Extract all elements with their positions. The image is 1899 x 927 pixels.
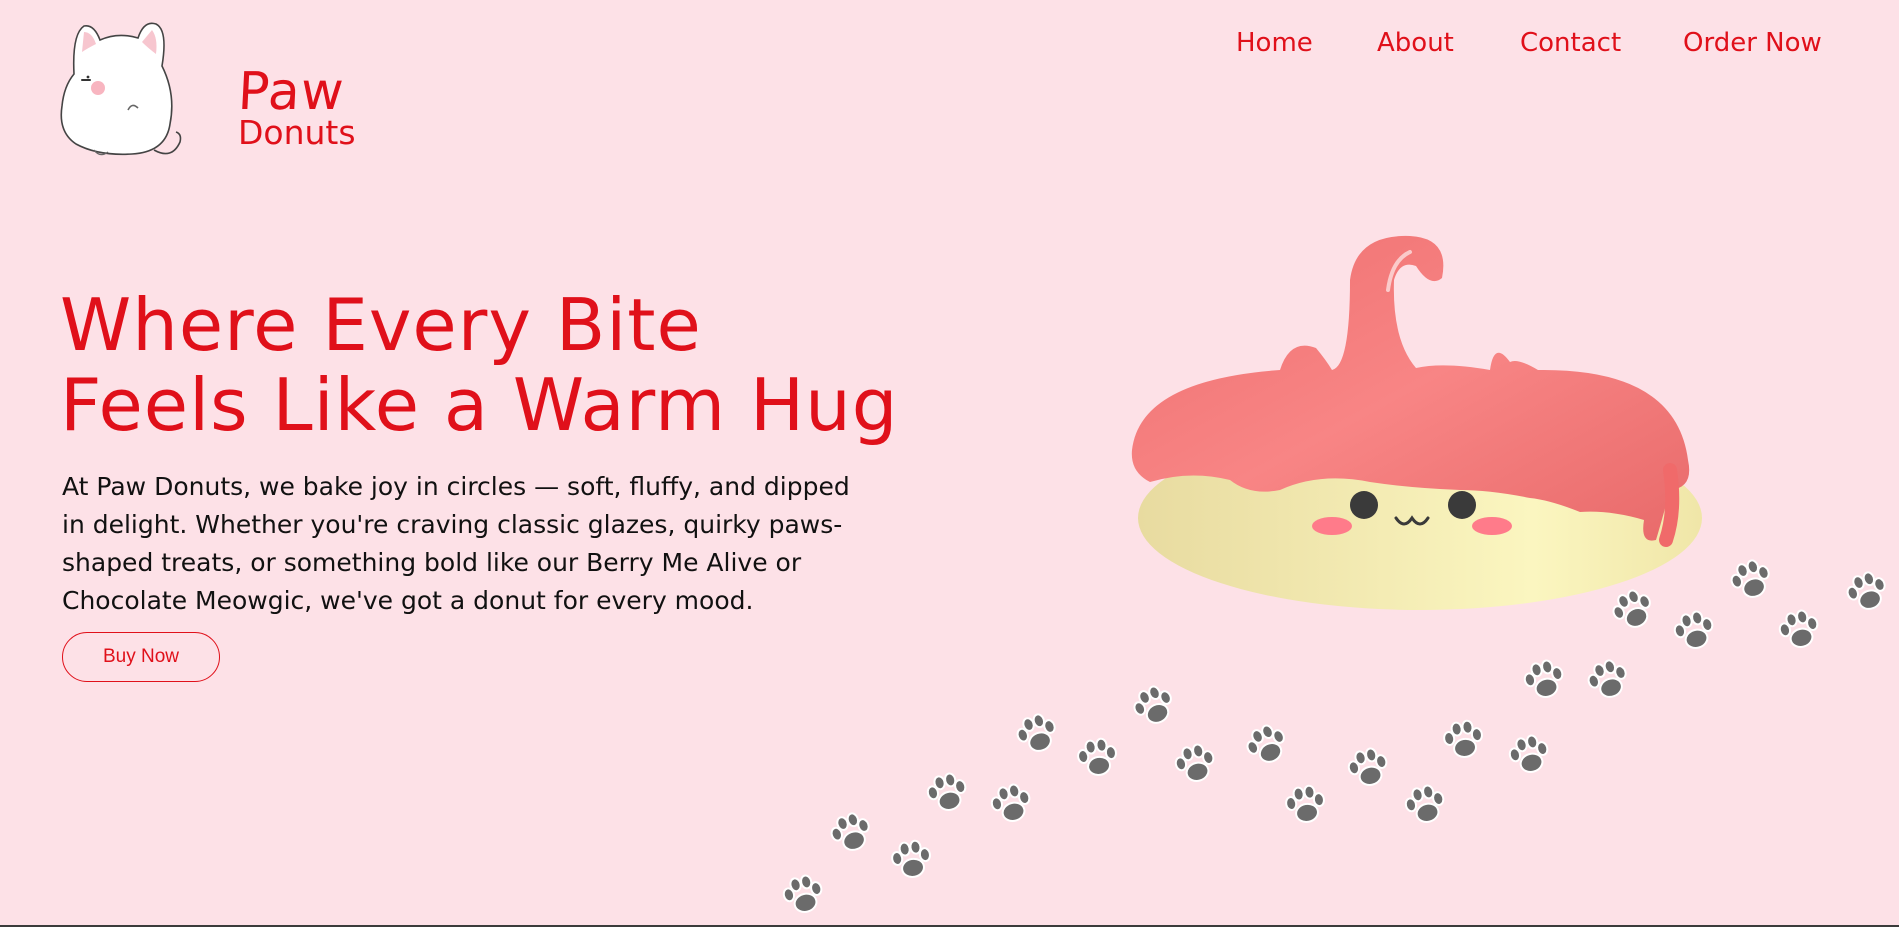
- paw-print-icon: [1846, 571, 1886, 610]
- paw-print-icon: [891, 839, 931, 878]
- paw-print-icon: [1285, 784, 1325, 823]
- hero-description: At Paw Donuts, we bake joy in circles — …: [62, 472, 850, 615]
- paw-print-icon: [1016, 713, 1056, 752]
- paw-print-icon: [990, 783, 1031, 822]
- hero-title: Where Every Bite Feels Like a Warm Hug: [60, 285, 920, 445]
- paw-print-icon: [1730, 559, 1770, 598]
- buy-now-button[interactable]: Buy Now: [62, 632, 220, 682]
- paw-print-icon: [1347, 747, 1388, 786]
- paw-print-icon: [830, 812, 870, 851]
- hero-title-line2: Feels Like a Warm Hug: [60, 363, 899, 447]
- paw-print-icon: [1778, 609, 1819, 648]
- paw-print-icon: [1587, 659, 1627, 698]
- hero-title-line1: Where Every Bite: [60, 283, 702, 367]
- paw-print-icon: [1077, 737, 1117, 776]
- nav-home-link[interactable]: Home: [1236, 28, 1313, 58]
- paw-print-icon: [1133, 685, 1172, 724]
- paw-print-icon: [1443, 719, 1483, 758]
- paw-print-icon: [1246, 724, 1285, 763]
- brand-wordmark[interactable]: Paw Donuts: [236, 62, 355, 149]
- nav-contact-link[interactable]: Contact: [1520, 28, 1621, 58]
- paw-print-icon: [1508, 734, 1549, 773]
- paw-print-icon: [1523, 659, 1564, 698]
- paw-print-icon: [1404, 784, 1445, 823]
- paw-print-icon: [782, 874, 823, 913]
- paw-print-icon: [926, 772, 967, 811]
- cat-donut-illustration: [1131, 235, 1702, 610]
- cat-mascot-logo-icon[interactable]: [54, 14, 184, 166]
- brand-name-line1: Paw: [236, 62, 346, 122]
- nav-order-now-link[interactable]: Order Now: [1683, 28, 1822, 58]
- paw-print-icon: [1174, 743, 1215, 782]
- nav-about-link[interactable]: About: [1377, 28, 1454, 58]
